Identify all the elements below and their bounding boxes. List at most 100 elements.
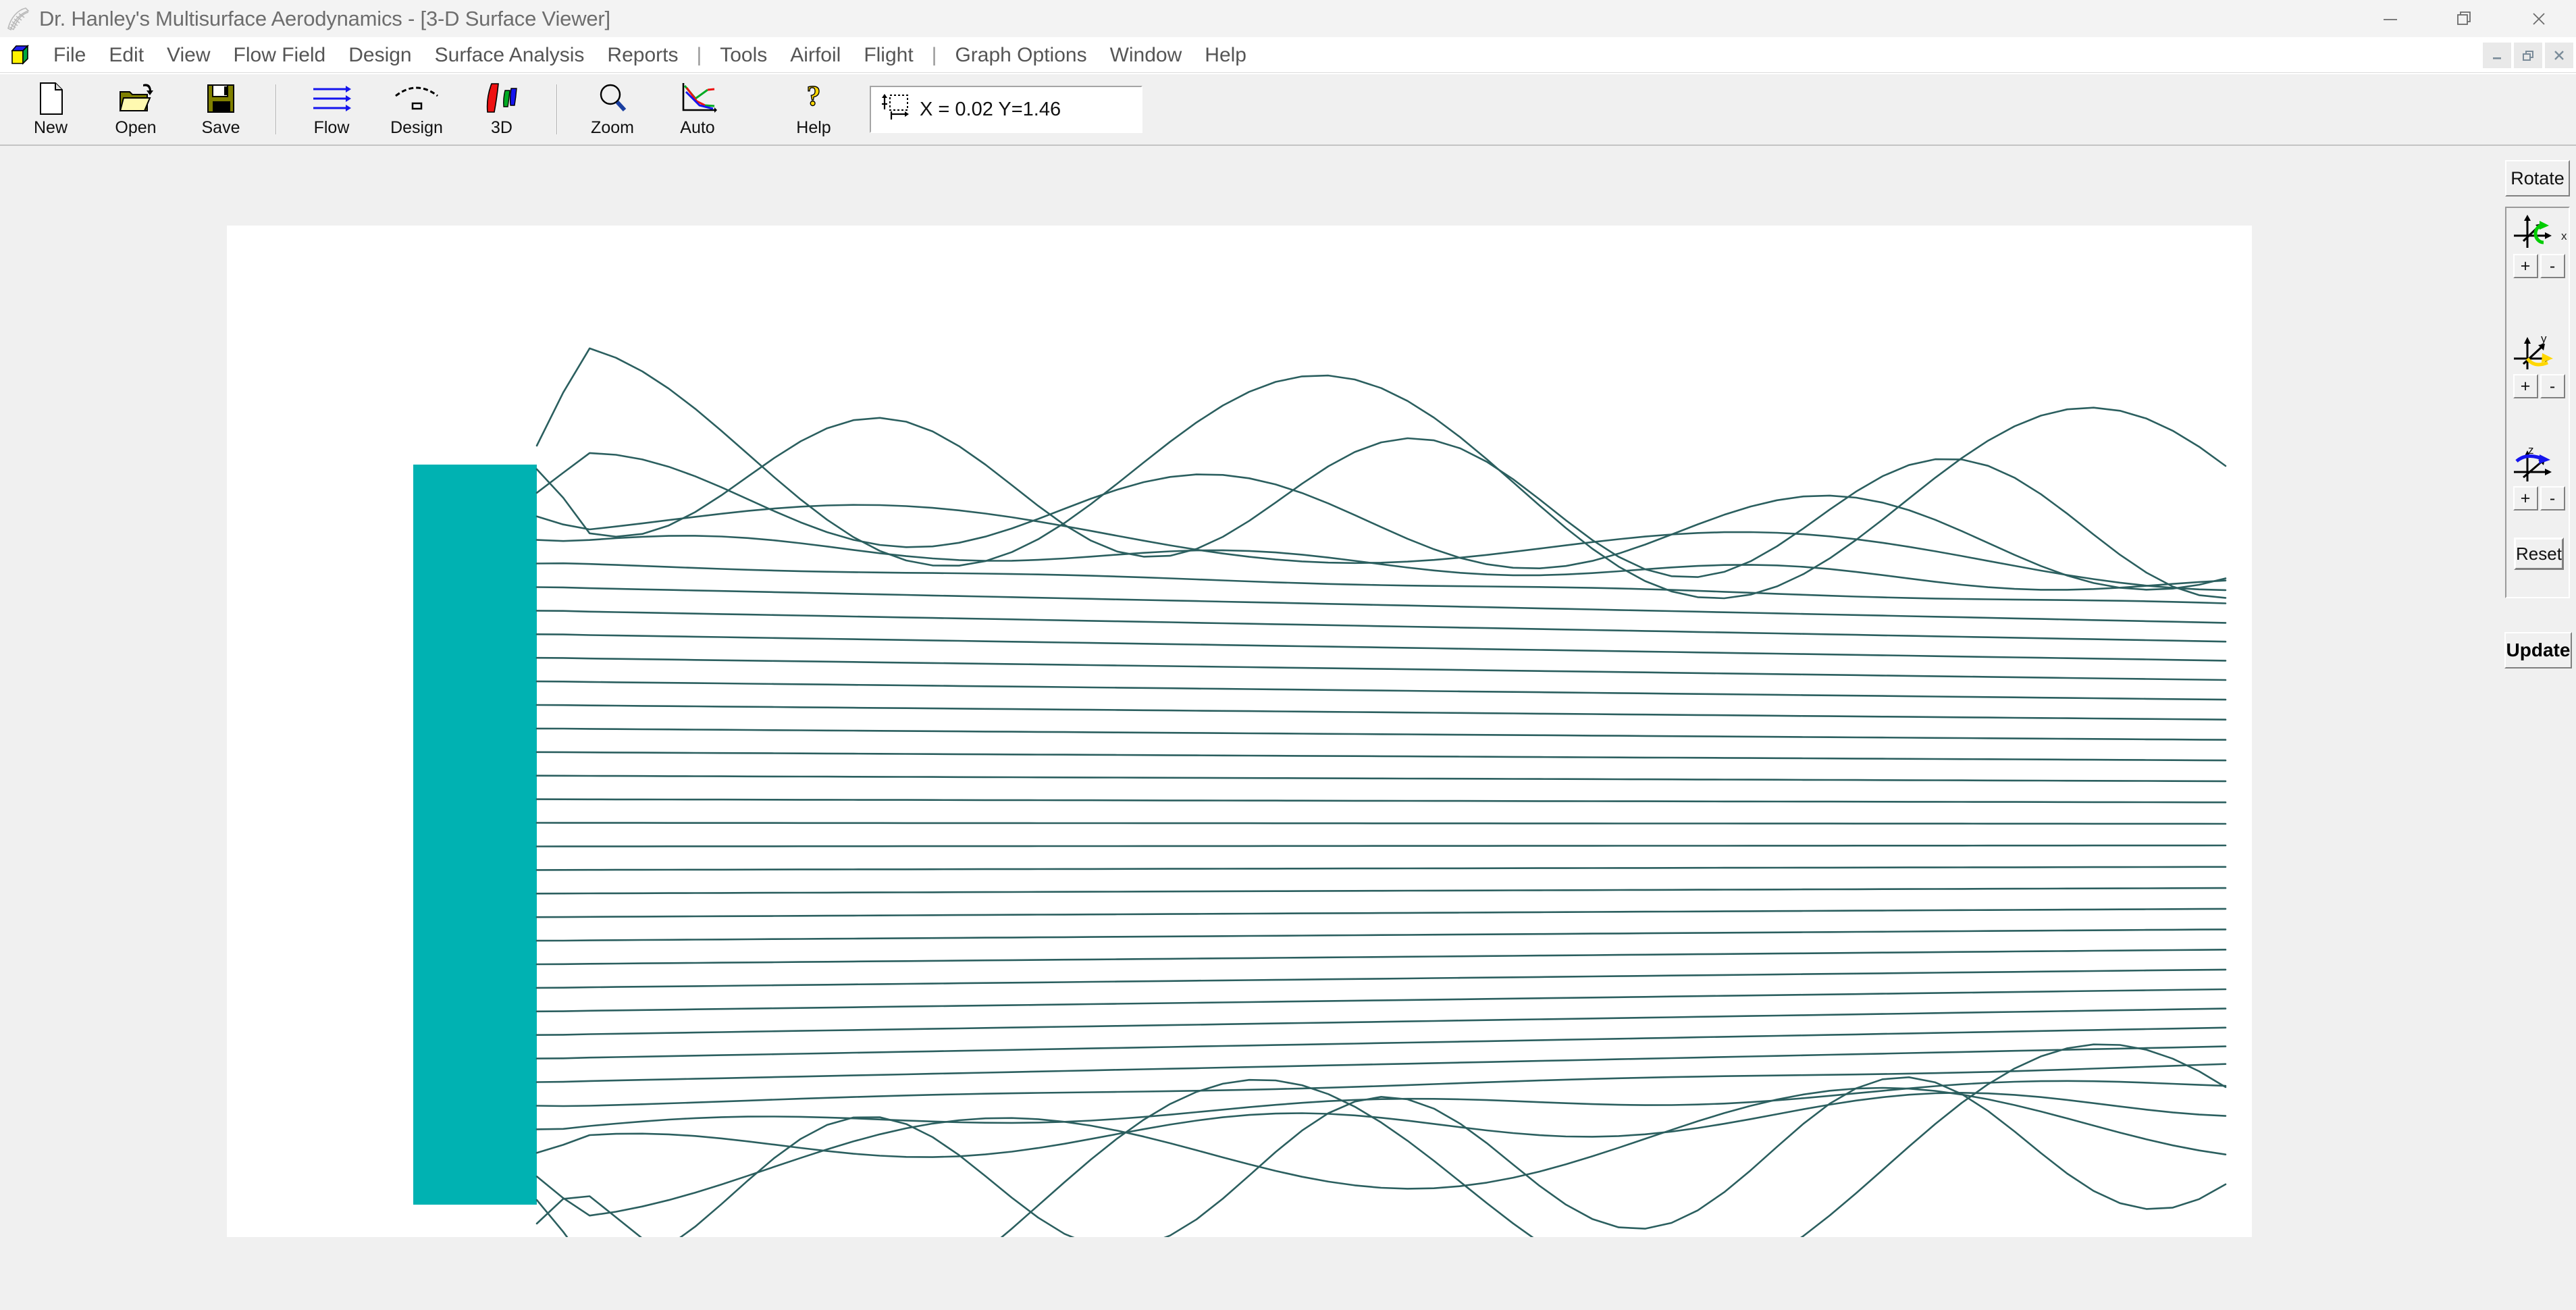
help-button[interactable]: ? Help bbox=[771, 76, 856, 143]
rotate-z-minus-button[interactable]: - bbox=[2540, 486, 2565, 510]
svg-text:?: ? bbox=[807, 81, 821, 112]
surface-viewer-canvas[interactable] bbox=[227, 226, 2252, 1237]
rotate-x-minus-label: - bbox=[2549, 256, 2556, 276]
design-button[interactable]: Design bbox=[374, 76, 459, 143]
chord-line bbox=[535, 908, 2227, 918]
menu-item-surface-analysis[interactable]: Surface Analysis bbox=[423, 37, 596, 73]
menu-item-edit[interactable]: Edit bbox=[97, 37, 155, 73]
chord-line bbox=[535, 1007, 2227, 1036]
open-button[interactable]: Open bbox=[93, 76, 178, 143]
rotate-y-row: y + - bbox=[2506, 332, 2571, 398]
window-minimize-icon[interactable] bbox=[2353, 0, 2427, 37]
menu-item-window[interactable]: Window bbox=[1099, 37, 1194, 73]
menu-item-graph-options[interactable]: Graph Options bbox=[943, 37, 1098, 73]
chord-line bbox=[535, 633, 2227, 662]
menu-item-reports[interactable]: Reports bbox=[596, 37, 689, 73]
mdi-restore-icon[interactable] bbox=[2514, 43, 2542, 68]
window-controls bbox=[2353, 0, 2576, 37]
chord-section-lines bbox=[535, 347, 2227, 1237]
auto-button[interactable]: Auto bbox=[655, 76, 740, 143]
chord-line bbox=[535, 727, 2227, 741]
toolbar-separator-1 bbox=[275, 84, 277, 134]
mdi-close-icon[interactable] bbox=[2545, 43, 2573, 68]
chord-line bbox=[535, 1086, 2227, 1217]
floppy-disk-icon bbox=[204, 80, 238, 117]
rotate-z-row: z + - bbox=[2506, 444, 2571, 510]
rotate-x-row: x + - bbox=[2506, 212, 2571, 278]
save-button[interactable]: Save bbox=[178, 76, 263, 143]
chord-line bbox=[535, 866, 2227, 871]
chord-line bbox=[535, 680, 2227, 701]
rotate-x-plus-button[interactable]: + bbox=[2513, 254, 2538, 278]
mdi-window-controls bbox=[2483, 43, 2573, 68]
rotate-z-plus-label: + bbox=[2520, 488, 2531, 508]
menu-item-view[interactable]: View bbox=[155, 37, 221, 73]
rotate-z-axis-icon: z bbox=[2506, 444, 2571, 486]
rotate-button-label: Rotate bbox=[2511, 167, 2565, 188]
chord-line bbox=[535, 1045, 2227, 1083]
auto-chart-icon bbox=[678, 80, 717, 117]
window-restore-icon[interactable] bbox=[2427, 0, 2502, 37]
rotate-x-plus-label: + bbox=[2520, 256, 2531, 276]
window-title: Dr. Hanley's Multisurface Aerodynamics -… bbox=[39, 6, 610, 30]
help-button-label: Help bbox=[796, 118, 831, 137]
chord-line bbox=[535, 928, 2227, 942]
menu-item-file[interactable]: File bbox=[42, 37, 97, 73]
mdi-client-area bbox=[0, 146, 2498, 1310]
menu-item-tools[interactable]: Tools bbox=[708, 37, 779, 73]
cube-3d-icon bbox=[9, 44, 31, 66]
menu-item-help[interactable]: Help bbox=[1193, 37, 1258, 73]
menu-item-airfoil[interactable]: Airfoil bbox=[779, 37, 852, 73]
mdi-minimize-icon[interactable] bbox=[2483, 43, 2511, 68]
design-button-label: Design bbox=[390, 118, 443, 137]
rotate-z-plus-button[interactable]: + bbox=[2513, 486, 2538, 510]
rotate-y-buttons: + - bbox=[2506, 374, 2571, 398]
3d-surfaces-icon bbox=[481, 80, 523, 117]
menu-item-design[interactable]: Design bbox=[337, 37, 423, 73]
new-button[interactable]: New bbox=[8, 76, 93, 143]
chord-line bbox=[535, 704, 2227, 720]
rotate-y-minus-label: - bbox=[2549, 376, 2556, 396]
flow-button-label: Flow bbox=[313, 118, 350, 137]
flow-button[interactable]: Flow bbox=[289, 76, 374, 143]
rotate-y-plus-label: + bbox=[2520, 376, 2531, 396]
chord-line bbox=[535, 775, 2227, 783]
menu-item-flow-field[interactable]: Flow Field bbox=[222, 37, 338, 73]
rotate-y-minus-button[interactable]: - bbox=[2540, 374, 2565, 398]
rotate-button[interactable]: Rotate bbox=[2505, 160, 2570, 196]
reset-button-label: Reset bbox=[2516, 543, 2562, 564]
reset-button[interactable]: Reset bbox=[2514, 538, 2564, 570]
dimension-measure-icon bbox=[880, 93, 910, 127]
axis-label-y: y bbox=[2541, 333, 2547, 345]
rotate-y-plus-button[interactable]: + bbox=[2513, 374, 2538, 398]
rotate-x-axis-icon: x bbox=[2506, 212, 2571, 254]
open-button-label: Open bbox=[115, 118, 157, 137]
rotate-y-axis-icon: y bbox=[2506, 332, 2571, 374]
save-button-label: Save bbox=[201, 118, 240, 137]
surface-wireframe-plot bbox=[413, 347, 2227, 1237]
window-close-icon[interactable] bbox=[2502, 0, 2576, 37]
update-button[interactable]: Update bbox=[2504, 632, 2572, 669]
magnifier-icon bbox=[596, 80, 629, 117]
open-folder-icon bbox=[117, 80, 154, 117]
auto-button-label: Auto bbox=[680, 118, 715, 137]
chord-line bbox=[535, 968, 2227, 989]
chord-line bbox=[535, 1076, 2227, 1237]
zoom-button-label: Zoom bbox=[591, 118, 634, 137]
chord-line bbox=[535, 1026, 2227, 1059]
axis-rotation-group: x + - y + - z + - Reset bbox=[2505, 207, 2570, 598]
rotate-x-minus-button[interactable]: - bbox=[2540, 254, 2565, 278]
3d-button[interactable]: 3D bbox=[459, 76, 544, 143]
chord-line bbox=[535, 988, 2227, 1013]
chord-line bbox=[535, 1043, 2227, 1237]
new-button-label: New bbox=[33, 118, 68, 137]
question-mark-icon: ? bbox=[800, 80, 827, 117]
rotation-control-panel: Rotate x + - y + - z + - Reset Update bbox=[2498, 146, 2576, 1310]
chord-line bbox=[535, 656, 2227, 681]
zoom-button[interactable]: Zoom bbox=[570, 76, 655, 143]
chord-line bbox=[535, 844, 2227, 847]
update-button-label: Update bbox=[2506, 639, 2571, 660]
menu-item-flight[interactable]: Flight bbox=[852, 37, 924, 73]
coordinate-readout[interactable]: X = 0.02 Y=1.46 bbox=[870, 86, 1142, 133]
chord-line bbox=[535, 887, 2227, 895]
